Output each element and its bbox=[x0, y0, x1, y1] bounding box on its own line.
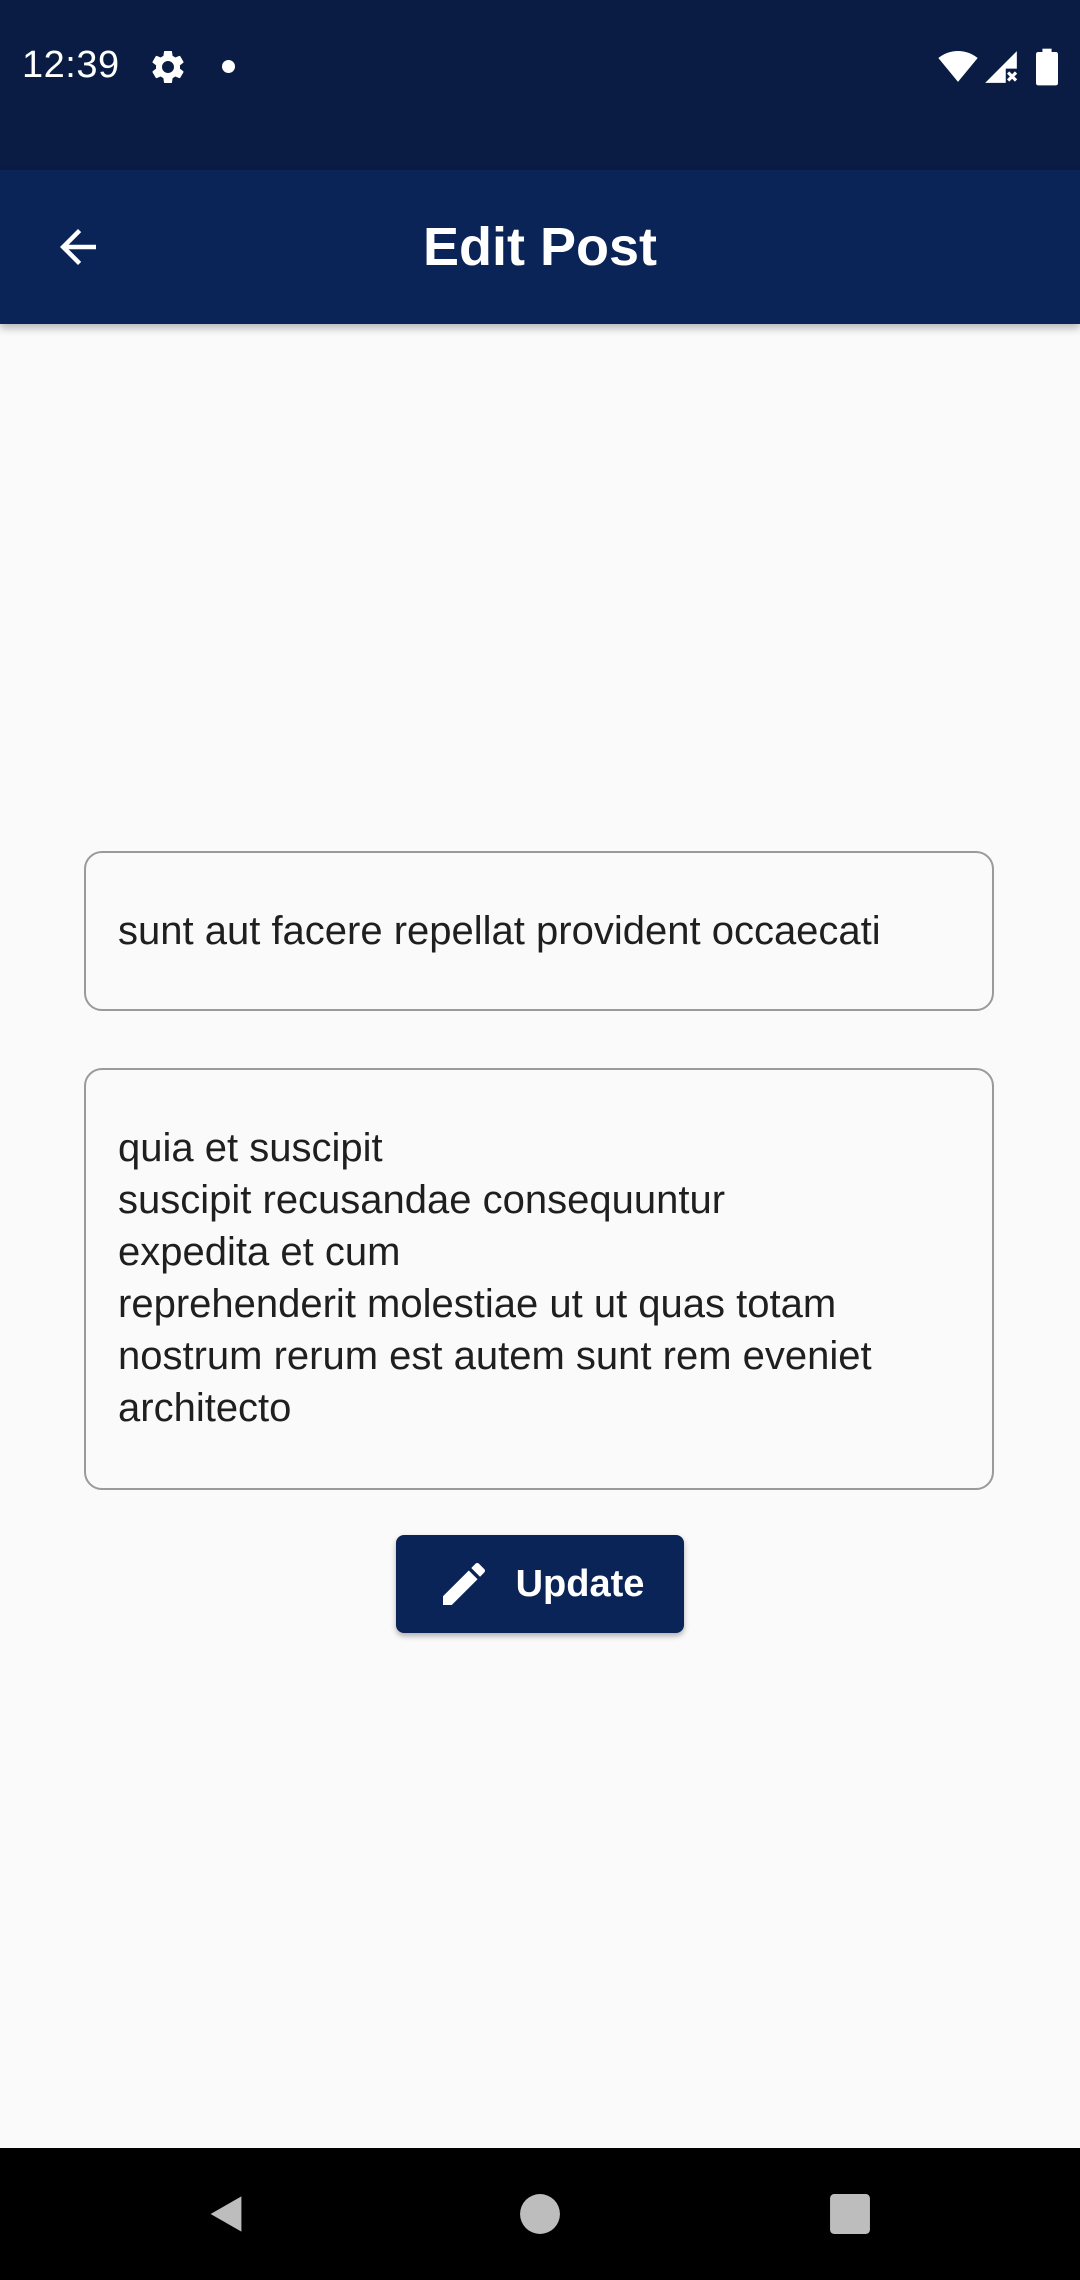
gear-icon bbox=[148, 47, 188, 87]
app-bar: Edit Post bbox=[0, 170, 1080, 324]
nav-home-button[interactable] bbox=[500, 2174, 580, 2254]
post-body-field[interactable]: quia et suscipit suscipit recusandae con… bbox=[84, 1068, 994, 1490]
nav-recents-button[interactable] bbox=[810, 2174, 890, 2254]
back-button[interactable] bbox=[36, 205, 120, 289]
edit-post-screen: 12:39 Edit Post sunt aut facere repellat… bbox=[0, 0, 1080, 2280]
signal-icon bbox=[982, 48, 1020, 86]
pencil-icon bbox=[436, 1556, 492, 1612]
wifi-icon bbox=[938, 48, 978, 84]
arrow-back-icon bbox=[60, 229, 96, 265]
status-bar: 12:39 bbox=[0, 0, 1080, 170]
system-nav-bar bbox=[0, 2148, 1080, 2280]
update-button-label: Update bbox=[515, 1562, 645, 1605]
nav-recents-icon bbox=[830, 2194, 870, 2234]
battery-icon bbox=[1036, 48, 1058, 86]
nav-back-icon bbox=[210, 2196, 242, 2232]
nav-home-icon bbox=[520, 2194, 560, 2234]
post-title-field[interactable]: sunt aut facere repellat provident occae… bbox=[84, 851, 994, 1011]
update-button[interactable]: Update bbox=[396, 1535, 684, 1633]
status-time: 12:39 bbox=[22, 44, 120, 86]
nav-back-button[interactable] bbox=[186, 2174, 266, 2254]
page-title: Edit Post bbox=[422, 217, 657, 277]
notification-dot-icon bbox=[222, 60, 235, 73]
